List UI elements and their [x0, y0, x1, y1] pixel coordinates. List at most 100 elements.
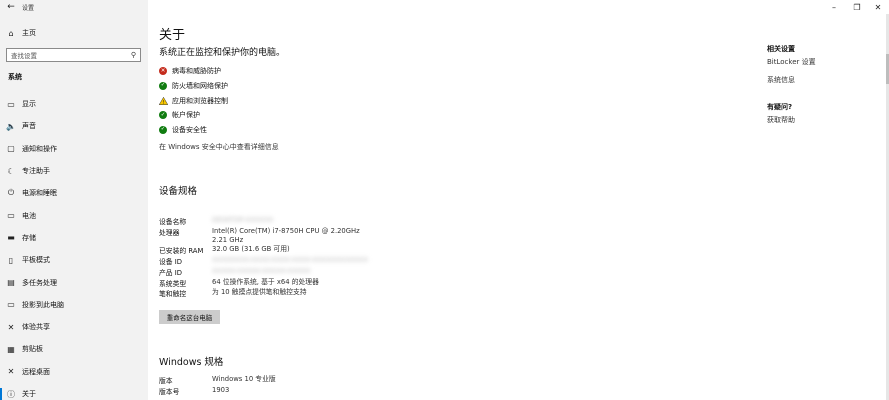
- sidebar-item-shared-experiences[interactable]: ✕ 体验共享: [0, 316, 148, 338]
- power-icon: ⏻: [7, 188, 15, 198]
- status-virus-protection: ✕ 病毒和威胁防护: [159, 64, 228, 79]
- spec-label: 笔和触控: [159, 290, 187, 299]
- spec-row-ram: 已安装的 RAM 32.0 GB (31.6 GB 可用): [159, 245, 368, 256]
- status-device-security: ✓ 设备安全性: [159, 123, 228, 138]
- status-label: 应用和浏览器控制: [172, 96, 228, 105]
- spec-label: 设备名称: [159, 218, 187, 226]
- tablet-icon: ▯: [8, 255, 14, 265]
- sidebar-item-display[interactable]: ▭ 显示: [0, 93, 148, 115]
- search-input[interactable]: 查找设置 ⚲: [6, 48, 141, 62]
- back-arrow-icon[interactable]: ←: [0, 0, 22, 14]
- spec-value: XXXXXXXX-XXXX-XXXX-XXXX-XXXXXXXXXXXX: [212, 255, 369, 264]
- sidebar-item-sound[interactable]: 🔈 声音: [0, 115, 148, 137]
- sidebar-item-tablet-mode[interactable]: ▯ 平板模式: [0, 249, 148, 271]
- notification-icon: ▢: [7, 144, 15, 154]
- app-title: 设置: [22, 4, 35, 12]
- spec-label: 系统类型: [159, 279, 187, 288]
- check-icon: ✓: [159, 111, 167, 120]
- windows-spec-heading: Windows 规格: [159, 357, 224, 368]
- status-account-protection: ✓ 帐户保护: [159, 108, 228, 123]
- sidebar-item-clipboard[interactable]: ▦ 剪贴板: [0, 338, 148, 360]
- spec-row-processor: 处理器 Intel(R) Core(TM) i7-8750H CPU @ 2.2…: [159, 227, 368, 245]
- svg-text:!: !: [162, 100, 164, 105]
- spec-value: DESKTOP-XXXXXX: [212, 216, 274, 224]
- spec-value: 64 位操作系统, 基于 x64 的处理器: [212, 277, 319, 286]
- sidebar-item-label: 平板模式: [22, 256, 50, 265]
- security-center-link[interactable]: 在 Windows 安全中心中查看详细信息: [159, 142, 279, 152]
- sidebar-item-remote-desktop[interactable]: ✕ 远程桌面: [0, 361, 148, 383]
- sidebar-item-label: 电池: [22, 211, 36, 220]
- system-info-link[interactable]: 系统信息: [767, 75, 816, 85]
- question-title: 有疑问?: [767, 103, 793, 111]
- bitlocker-settings-link[interactable]: BitLocker 设置: [767, 57, 816, 67]
- spec-value: Intel(R) Core(TM) i7-8750H CPU @ 2.20GHz…: [212, 226, 360, 244]
- sidebar-item-label: 关于: [22, 390, 36, 398]
- sidebar-item-multitasking[interactable]: ▤ 多任务处理: [0, 271, 148, 293]
- spec-row-device-name: 设备名称 DESKTOP-XXXXXX: [159, 216, 368, 227]
- remote-icon: ✕: [7, 367, 15, 377]
- sidebar-item-label: 多任务处理: [22, 278, 57, 287]
- spec-value: 1903: [212, 385, 230, 394]
- rename-pc-button[interactable]: 重命名这台电脑: [159, 310, 220, 324]
- monitor-icon: ▭: [7, 99, 15, 109]
- sidebar-item-power[interactable]: ⏻ 电源和睡眠: [0, 182, 148, 204]
- spec-value: 32.0 GB (31.6 GB 可用): [212, 245, 290, 254]
- device-spec-heading: 设备规格: [159, 186, 198, 197]
- sidebar-item-label: 通知和操作: [22, 144, 57, 153]
- spec-label: 产品 ID: [159, 268, 182, 277]
- sidebar-item-label: 声音: [22, 122, 36, 131]
- spec-row-version: 版本号 1903: [159, 386, 276, 397]
- close-button[interactable]: ✕: [866, 0, 889, 14]
- speaker-icon: 🔈: [6, 121, 16, 131]
- title-bar: ← 设置: [0, 0, 148, 14]
- sidebar-item-label: 剪贴板: [22, 345, 43, 354]
- sidebar-item-about[interactable]: ⓘ 关于: [0, 383, 148, 400]
- related-settings-panel: 相关设置 BitLocker 设置 系统信息 有疑问? 获取帮助: [767, 44, 816, 125]
- spec-row-device-id: 设备 ID XXXXXXXX-XXXX-XXXX-XXXX-XXXXXXXXXX…: [159, 256, 368, 267]
- sidebar-item-label: 专注助手: [22, 167, 50, 176]
- page-title: 关于: [159, 28, 186, 43]
- sidebar-item-battery[interactable]: ▭ 电池: [0, 204, 148, 226]
- sidebar-item-label: 主页: [22, 29, 36, 37]
- sidebar-item-label: 显示: [22, 100, 36, 109]
- sidebar-item-label: 体验共享: [22, 323, 50, 332]
- sidebar-item-notifications[interactable]: ▢ 通知和操作: [0, 138, 148, 160]
- sidebar-item-label: 投影到此电脑: [22, 300, 64, 309]
- spec-value: Windows 10 专业版: [212, 375, 276, 383]
- status-label: 帐户保护: [172, 111, 200, 120]
- status-label: 病毒和威胁防护: [172, 67, 221, 76]
- spec-label: 已安装的 RAM: [159, 247, 204, 256]
- sidebar-item-focus-assist[interactable]: ☾ 专注助手: [0, 160, 148, 182]
- related-settings-title: 相关设置: [767, 45, 795, 53]
- storage-icon: ▬: [7, 233, 15, 243]
- search-icon[interactable]: ⚲: [131, 51, 136, 59]
- get-help-link[interactable]: 获取帮助: [767, 115, 816, 125]
- status-label: 设备安全性: [172, 126, 207, 135]
- status-firewall: ✓ 防火墙和网络保护: [159, 79, 228, 94]
- check-icon: ✓: [159, 126, 167, 135]
- sidebar-item-projecting[interactable]: ▭ 投影到此电脑: [0, 294, 148, 316]
- moon-icon: ☾: [7, 166, 15, 176]
- check-icon: ✓: [159, 82, 167, 91]
- clipboard-icon: ▦: [7, 344, 15, 354]
- spec-row-system-type: 系统类型 64 位操作系统, 基于 x64 的处理器: [159, 278, 368, 289]
- info-icon: ⓘ: [7, 389, 15, 399]
- spec-row-edition: 版本 Windows 10 专业版: [159, 375, 276, 386]
- spec-label: 处理器: [159, 228, 180, 237]
- windows-spec-table: 版本 Windows 10 专业版 版本号 1903: [159, 375, 276, 397]
- status-label: 防火墙和网络保护: [172, 82, 228, 91]
- spec-row-pen-touch: 笔和触控 为 10 触摸点提供笔和触控支持: [159, 288, 368, 299]
- search-placeholder: 查找设置: [11, 52, 37, 60]
- sidebar-nav: ▭ 显示 🔈 声音 ▢ 通知和操作 ☾ 专注助手 ⏻ 电源和睡眠 ▭ 电池 ▬ …: [0, 93, 148, 400]
- projector-icon: ▭: [7, 300, 15, 310]
- protection-status-text: 系统正在监控和保护你的电脑。: [159, 48, 286, 58]
- spec-label: 设备 ID: [159, 257, 182, 266]
- multitask-icon: ▤: [7, 278, 15, 288]
- spec-label: 版本: [159, 377, 173, 385]
- minimize-button[interactable]: –: [822, 0, 846, 14]
- sidebar-item-storage[interactable]: ▬ 存储: [0, 227, 148, 249]
- sidebar-item-home[interactable]: ⌂ 主页: [0, 26, 148, 40]
- sidebar-item-label: 存储: [22, 233, 36, 242]
- error-icon: ✕: [159, 67, 167, 76]
- battery-icon: ▭: [7, 211, 15, 221]
